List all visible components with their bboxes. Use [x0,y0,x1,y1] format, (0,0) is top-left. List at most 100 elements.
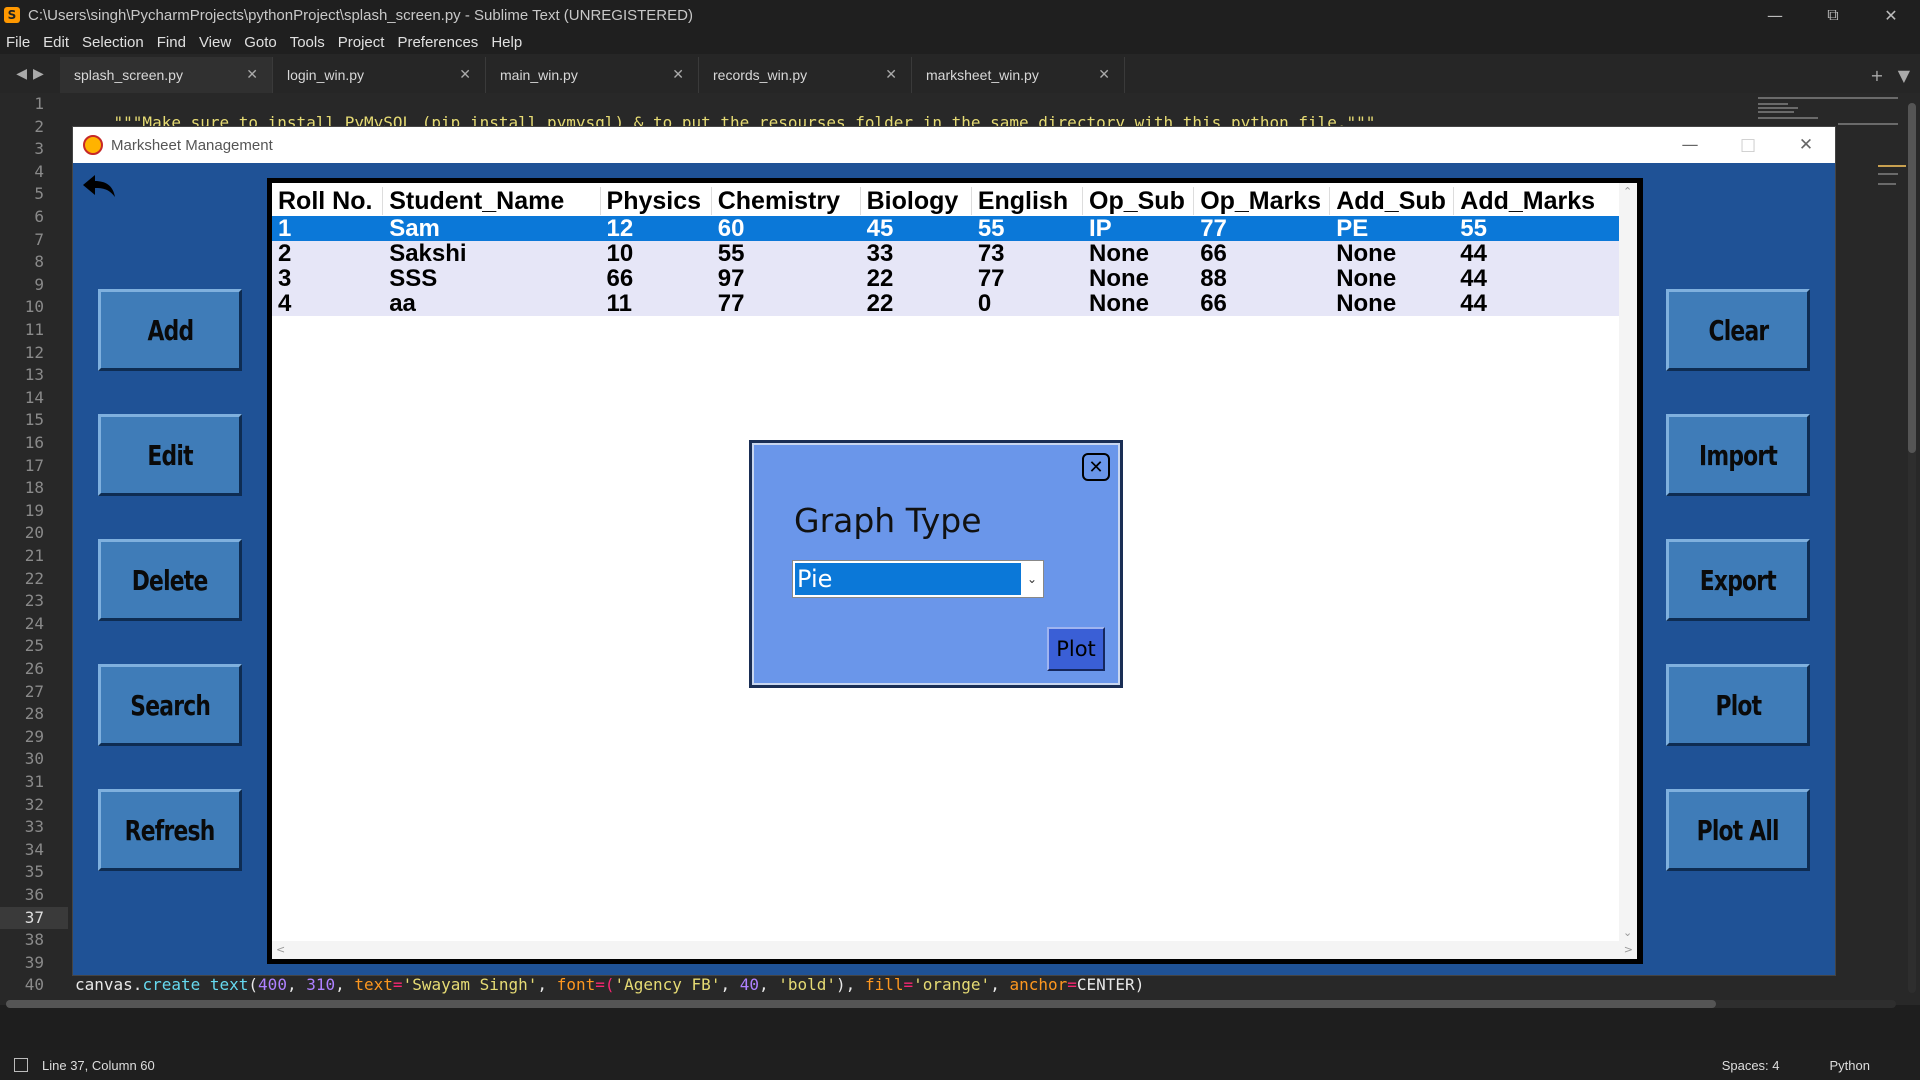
table-cell: 2 [278,241,292,266]
line-number: 35 [24,862,44,882]
tab-label: splash_screen.py [74,67,183,83]
indentation-setting[interactable]: Spaces: 4 [1722,1058,1780,1073]
column-header[interactable]: Roll No. [272,187,384,215]
line-number: 10 [24,297,44,317]
tab-close-icon[interactable]: ✕ [672,67,684,83]
marksheet-window: Marksheet Management — □ ✕ Add Edit Dele… [73,127,1835,975]
tab-close-icon[interactable]: ✕ [1098,67,1110,83]
marksheet-window-title: Marksheet Management [111,136,273,154]
back-arrow-icon[interactable] [81,173,117,201]
dialog-plot-button[interactable]: Plot [1047,627,1105,671]
tab-close-icon[interactable]: ✕ [885,67,897,83]
tab-close-icon[interactable]: ✕ [459,67,471,83]
tab-prev-icon[interactable]: ◀ [16,66,27,82]
tab-records-win[interactable]: records_win.py ✕ [699,57,912,93]
table-header: Roll No. Student_Name Physics Chemistry … [272,187,1623,215]
new-tab-icon[interactable]: + [1870,66,1883,85]
table-cell: 22 [866,266,894,291]
menu-selection[interactable]: Selection [82,34,144,51]
line-number: 36 [24,885,44,904]
scroll-left-icon[interactable]: < [276,943,285,956]
tab-list-icon[interactable]: ▼ [1898,66,1910,85]
menu-file[interactable]: File [6,34,30,51]
delete-button[interactable]: Delete [98,539,242,621]
column-header[interactable]: English [972,187,1083,215]
horizontal-scrollbar[interactable] [6,1000,1896,1008]
scroll-right-icon[interactable]: > [1624,943,1633,956]
table-cell: 77 [1200,216,1227,241]
minimize-icon[interactable]: — [1746,0,1804,30]
table-row[interactable]: 1 Sam 12 60 45 55 IP 77 PE 55 [272,216,1622,241]
menu-tools[interactable]: Tools [290,34,325,51]
menu-help[interactable]: Help [491,34,522,51]
chevron-down-icon[interactable]: ⌄ [1021,561,1043,597]
add-button[interactable]: Add [98,289,242,371]
table-cell: 45 [866,216,894,241]
dialog-close-icon[interactable]: ✕ [1082,453,1110,481]
tab-marksheet-win[interactable]: marksheet_win.py ✕ [912,57,1125,93]
column-header[interactable]: Add_Sub [1330,187,1455,215]
search-button-label: Search [130,688,211,722]
table-cell: Sakshi [389,241,467,266]
vertical-scroll-thumb[interactable] [1908,103,1916,453]
edit-button[interactable]: Edit [98,414,242,496]
restore-icon[interactable]: ⧉ [1804,0,1862,30]
column-header[interactable]: Op_Marks [1194,187,1331,215]
graph-type-select[interactable]: Pie ⌄ [792,560,1044,598]
plot-all-button[interactable]: Plot All [1666,789,1810,871]
graph-type-selected-value: Pie [795,563,1021,595]
table-row[interactable]: 4 aa 11 77 22 0 None 66 None 44 [272,291,1622,316]
table-cell: None [1336,266,1397,291]
tab-login-win[interactable]: login_win.py ✕ [273,57,486,93]
close-icon[interactable]: ✕ [1862,0,1920,30]
table-horizontal-scrollbar[interactable]: < > [272,941,1637,959]
clear-button[interactable]: Clear [1666,289,1810,371]
table-cell: 12 [606,216,634,241]
code-token: CENTER [1076,975,1135,994]
line-number: 24 [24,613,44,633]
table-cell: 60 [717,216,745,241]
syntax-setting[interactable]: Python [1830,1058,1870,1073]
import-button[interactable]: Import [1666,414,1810,496]
table-cell: 77 [977,266,1005,291]
menu-goto[interactable]: Goto [244,34,277,51]
tab-main-win[interactable]: main_win.py ✕ [486,57,699,93]
table-cell: 1 [278,216,292,241]
line-number: 16 [24,433,44,452]
line-number: 11 [24,320,44,339]
column-header[interactable]: Op_Sub [1083,187,1195,215]
column-header[interactable]: Add_Marks [1454,187,1623,215]
line-number: 7 [34,229,44,249]
table-row[interactable]: 3 SSS 66 97 22 77 None 88 None 44 [272,266,1622,291]
tab-close-icon[interactable]: ✕ [246,67,258,83]
column-header[interactable]: Student_Name [383,187,601,215]
app-icon [83,135,103,155]
tk-close-icon[interactable]: ✕ [1777,127,1835,163]
menu-find[interactable]: Find [157,34,186,51]
line-number: 19 [24,500,44,520]
line-number: 4 [34,161,44,181]
tab-next-icon[interactable]: ▶ [33,66,44,82]
menu-view[interactable]: View [199,34,231,51]
plot-button[interactable]: Plot [1666,664,1810,746]
column-header[interactable]: Biology [861,187,972,215]
scroll-down-icon[interactable]: ⌄ [1623,926,1632,939]
search-button[interactable]: Search [98,664,242,746]
table-vertical-scrollbar[interactable]: ⌃ ⌄ [1619,183,1637,941]
code-token: = [392,975,403,994]
vertical-scrollbar[interactable] [1908,103,1916,993]
panel-toggle-icon[interactable] [14,1058,28,1072]
menu-preferences[interactable]: Preferences [397,34,478,51]
tk-minimize-icon[interactable]: — [1661,127,1719,163]
horizontal-scroll-thumb[interactable] [6,1000,1716,1008]
column-header[interactable]: Chemistry [712,187,861,215]
table-cell: 44 [1460,266,1487,291]
menu-edit[interactable]: Edit [43,34,69,51]
scroll-up-icon[interactable]: ⌃ [1623,185,1632,198]
menu-project[interactable]: Project [338,34,385,51]
tab-splash-screen[interactable]: splash_screen.py ✕ [60,57,273,93]
refresh-button[interactable]: Refresh [98,789,242,871]
table-row[interactable]: 2 Sakshi 10 55 33 73 None 66 None 44 [272,241,1622,266]
column-header[interactable]: Physics [601,187,712,215]
export-button[interactable]: Export [1666,539,1810,621]
